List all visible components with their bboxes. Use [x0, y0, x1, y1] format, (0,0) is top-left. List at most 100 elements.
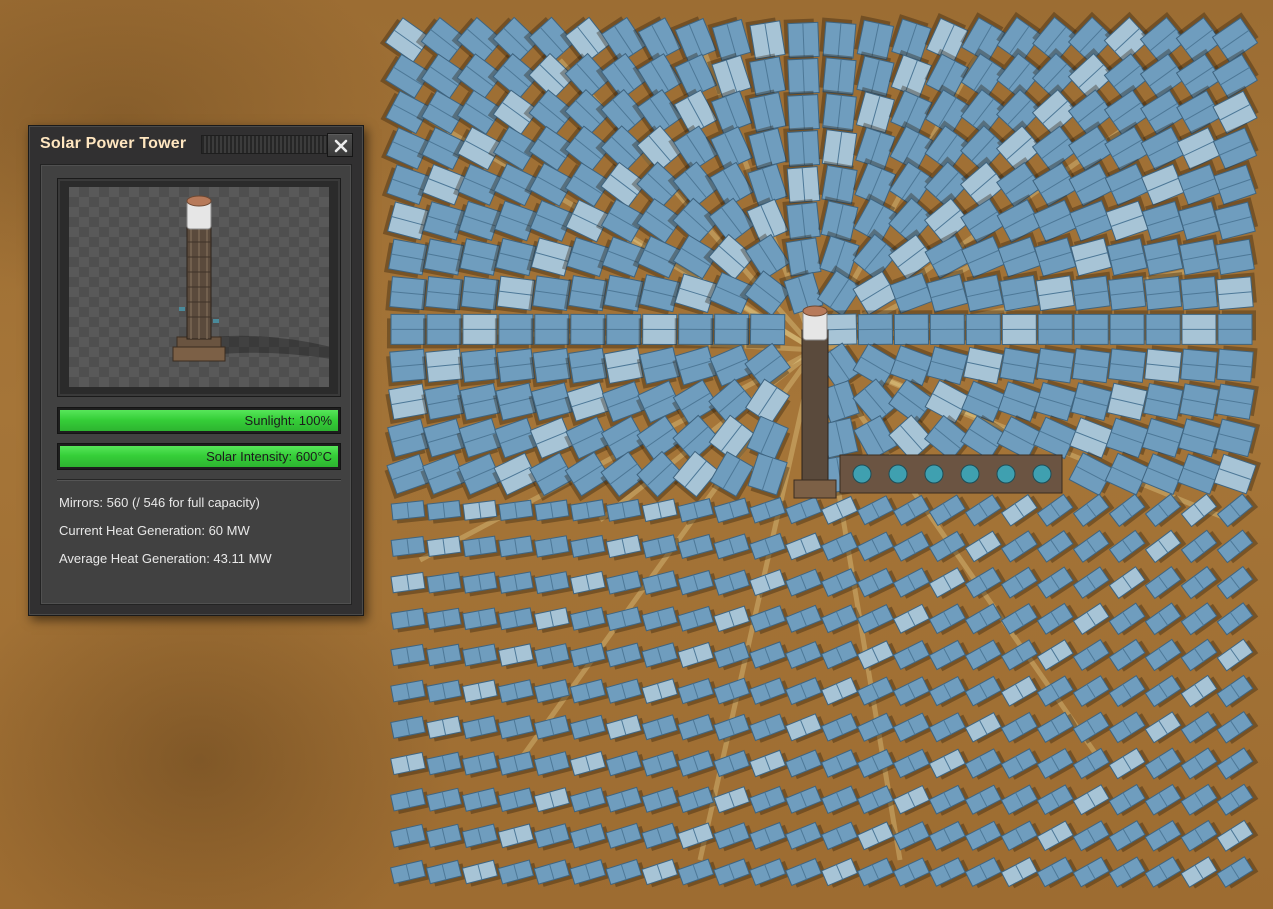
- heliostat-mirror[interactable]: [1212, 122, 1260, 170]
- heliostat-mirror[interactable]: [1144, 710, 1187, 746]
- heliostat-mirror[interactable]: [892, 856, 935, 889]
- heliostat-mirror[interactable]: [964, 638, 1007, 673]
- heliostat-mirror[interactable]: [785, 532, 827, 564]
- heliostat-mirror[interactable]: [1108, 710, 1151, 746]
- heliostat-mirror[interactable]: [462, 679, 502, 706]
- heliostat-mirror[interactable]: [781, 234, 822, 277]
- heliostat-mirror[interactable]: [749, 496, 791, 527]
- heliostat-mirror[interactable]: [677, 641, 719, 671]
- heliostat-mirror[interactable]: [1180, 673, 1223, 710]
- heliostat-mirror[interactable]: [853, 51, 895, 97]
- heliostat-mirror[interactable]: [605, 858, 647, 888]
- heliostat-mirror[interactable]: [1180, 272, 1221, 311]
- heliostat-mirror[interactable]: [565, 347, 608, 388]
- heliostat-mirror[interactable]: [492, 275, 536, 314]
- heliostat-mirror[interactable]: [1180, 855, 1223, 891]
- heliostat-mirror[interactable]: [461, 823, 503, 851]
- heliostat-mirror[interactable]: [1216, 491, 1259, 529]
- heliostat-mirror[interactable]: [1180, 528, 1223, 566]
- heliostat-mirror[interactable]: [964, 820, 1007, 854]
- heliostat-mirror[interactable]: [892, 530, 935, 565]
- heliostat-mirror[interactable]: [964, 856, 1007, 890]
- heliostat-mirror[interactable]: [533, 787, 575, 816]
- heliostat-mirror[interactable]: [569, 534, 610, 561]
- heliostat-mirror[interactable]: [820, 676, 863, 709]
- heliostat-mirror[interactable]: [1211, 49, 1261, 99]
- heliostat-mirror[interactable]: [1142, 380, 1188, 421]
- heliostat-mirror[interactable]: [1070, 233, 1115, 277]
- heliostat-mirror[interactable]: [422, 348, 463, 387]
- heliostat-mirror[interactable]: [1000, 711, 1043, 746]
- heliostat-mirror[interactable]: [782, 162, 821, 204]
- heliostat-mirror[interactable]: [1217, 310, 1257, 345]
- heliostat-mirror[interactable]: [1000, 819, 1043, 854]
- heliostat-mirror[interactable]: [569, 750, 611, 779]
- heliostat-mirror[interactable]: [928, 529, 971, 564]
- heliostat-mirror[interactable]: [569, 714, 611, 743]
- heliostat-mirror[interactable]: [1108, 819, 1151, 854]
- heliostat-mirror[interactable]: [1109, 310, 1149, 345]
- heliostat-mirror[interactable]: [1144, 564, 1187, 601]
- heliostat-mirror[interactable]: [1072, 528, 1115, 565]
- heliostat-mirror[interactable]: [783, 90, 820, 131]
- heliostat-mirror[interactable]: [498, 535, 538, 561]
- heliostat-mirror[interactable]: [570, 499, 610, 525]
- heliostat-mirror[interactable]: [817, 196, 859, 242]
- heliostat-mirror[interactable]: [390, 607, 430, 633]
- heliostat-mirror[interactable]: [1214, 415, 1261, 458]
- heliostat-mirror[interactable]: [605, 642, 647, 671]
- heliostat-mirror[interactable]: [746, 313, 786, 349]
- heliostat-mirror[interactable]: [713, 641, 755, 672]
- heliostat-mirror[interactable]: [569, 606, 610, 635]
- heliostat-mirror[interactable]: [856, 675, 899, 708]
- heliostat-mirror[interactable]: [566, 313, 606, 349]
- heliostat-mirror[interactable]: [461, 859, 503, 887]
- close-button[interactable]: [327, 133, 353, 157]
- heliostat-mirror[interactable]: [962, 344, 1008, 385]
- heliostat-mirror[interactable]: [1142, 234, 1187, 276]
- heliostat-mirror[interactable]: [1144, 855, 1187, 891]
- heliostat-mirror[interactable]: [853, 15, 895, 61]
- heliostat-mirror[interactable]: [820, 712, 863, 745]
- heliostat-mirror[interactable]: [1108, 783, 1151, 819]
- heliostat-mirror[interactable]: [461, 787, 503, 815]
- heliostat-mirror[interactable]: [426, 535, 466, 561]
- heliostat-mirror[interactable]: [892, 566, 935, 600]
- heliostat-mirror[interactable]: [964, 529, 1007, 565]
- heliostat-mirror[interactable]: [1144, 528, 1187, 566]
- heliostat-mirror[interactable]: [1216, 782, 1259, 818]
- heliostat-mirror[interactable]: [641, 822, 683, 852]
- heliostat-mirror[interactable]: [744, 89, 787, 133]
- heliostat-mirror[interactable]: [1216, 818, 1259, 854]
- heliostat-mirror[interactable]: [1106, 379, 1152, 421]
- heliostat-mirror[interactable]: [425, 823, 467, 851]
- heliostat-mirror[interactable]: [892, 820, 935, 853]
- heliostat-mirror[interactable]: [713, 533, 755, 563]
- heliostat-mirror[interactable]: [1180, 637, 1223, 674]
- heliostat-mirror[interactable]: [1000, 674, 1043, 709]
- heliostat-mirror[interactable]: [1108, 492, 1151, 530]
- heliostat-mirror[interactable]: [964, 783, 1007, 817]
- heliostat-mirror[interactable]: [1180, 601, 1223, 638]
- heliostat-mirror[interactable]: [928, 566, 971, 601]
- heliostat-mirror[interactable]: [964, 674, 1007, 709]
- heliostat-mirror[interactable]: [677, 605, 719, 635]
- heliostat-mirror[interactable]: [497, 679, 539, 706]
- heliostat-mirror[interactable]: [533, 571, 574, 598]
- heliostat-mirror[interactable]: [390, 823, 431, 851]
- heliostat-mirror[interactable]: [385, 276, 427, 314]
- heliostat-mirror[interactable]: [1213, 451, 1262, 495]
- heliostat-mirror[interactable]: [1071, 271, 1114, 311]
- heliostat-mirror[interactable]: [641, 570, 683, 598]
- heliostat-mirror[interactable]: [1108, 637, 1151, 674]
- heliostat-mirror[interactable]: [1000, 529, 1043, 565]
- heliostat-mirror[interactable]: [677, 498, 719, 526]
- heliostat-mirror[interactable]: [1216, 564, 1259, 602]
- heliostat-mirror[interactable]: [1108, 674, 1151, 710]
- heliostat-mirror[interactable]: [641, 786, 683, 816]
- heliostat-mirror[interactable]: [928, 747, 971, 781]
- heliostat-mirror[interactable]: [713, 605, 755, 635]
- heliostat-mirror[interactable]: [390, 500, 430, 524]
- heliostat-mirror[interactable]: [783, 126, 821, 167]
- heliostat-mirror[interactable]: [605, 606, 647, 634]
